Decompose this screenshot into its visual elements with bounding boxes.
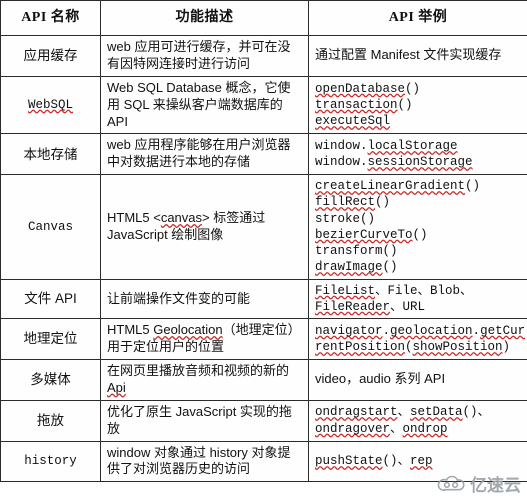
api-example-line: executeSql <box>315 113 521 129</box>
spellcheck-underline: showPosition <box>412 340 503 355</box>
cell-api-name: WebSQL <box>0 75 101 135</box>
spellcheck-underline: sessionStorage <box>367 155 473 170</box>
column-header-api-name: API 名称 <box>0 0 101 36</box>
spellcheck-underline: rep <box>410 454 433 469</box>
api-example-line: pushState()、rep <box>315 454 433 469</box>
api-example-line: ondragover、ondrop <box>315 421 448 436</box>
cell-api-example: pushState()、rep <box>308 440 527 483</box>
spellcheck-underline: ondragover <box>315 421 391 436</box>
spellcheck-underline: bezierCurveTo <box>315 227 413 242</box>
cell-function-description: HTML5 <canvas> 标签通过 JavaScript 绘制图像 <box>100 174 309 280</box>
cell-api-name: history <box>0 440 101 483</box>
api-example-line: FileReader、URL <box>315 299 426 314</box>
cell-api-name: 文件 API <box>0 278 101 320</box>
api-example-line: FileList、File、Blob、 <box>315 283 473 298</box>
column-header-api-example: API 举例 <box>308 0 527 36</box>
spellcheck-underline: canvas <box>160 210 203 226</box>
cell-api-name: 拖放 <box>0 399 101 442</box>
cell-api-name: 多媒体 <box>0 359 101 401</box>
api-example-line: createLinearGradient() <box>315 179 481 194</box>
table-row: 多媒体 在网页里播放音频和视频的新的 Api video，audio 系列 API <box>0 359 527 401</box>
spellcheck-underline: geolocation <box>390 323 473 338</box>
api-example-line: window.sessionStorage <box>315 155 473 170</box>
spellcheck-underline: executeSql <box>315 114 391 129</box>
spellcheck-underline: fillRect <box>315 195 376 210</box>
spellcheck-underline: FileReader <box>315 299 391 314</box>
table-row: 应用缓存 web 应用可进行缓存，并可在没有因特网连接时进行访问 通过配置 Mani… <box>0 35 527 77</box>
column-header-function-description: 功能描述 <box>100 0 309 36</box>
cell-api-example: window.localStorage window.sessionStorage <box>308 133 527 176</box>
spellcheck-underline: setData <box>410 405 463 420</box>
api-example-line: openDatabase() <box>315 81 421 96</box>
api-example-line: rentPosition(showPosition) <box>315 340 511 355</box>
spellcheck-underline: navigator <box>315 323 383 338</box>
table-row: 本地存储 web 应用程序能够在用户浏览器中对数据进行本地的存储 window.lo… <box>0 133 527 176</box>
cell-api-example: openDatabase() transaction() executeSql <box>308 75 527 135</box>
cell-api-example: ondragstart、setData()、 ondragover、ondrop <box>308 399 527 442</box>
cell-function-description: 在网页里播放音频和视频的新的 Api <box>100 359 309 401</box>
spellcheck-underline: rentPosition <box>315 340 406 355</box>
api-example-line: fillRect() <box>315 195 391 210</box>
spellcheck-underline: localStorage <box>367 139 458 154</box>
cell-function-description: web 应用程序能够在用户浏览器中对数据进行本地的存储 <box>100 133 309 176</box>
api-feature-table: API 名称 功能描述 API 举例 应用缓存 web 应用可进行缓存，并可在没有… <box>0 0 527 483</box>
api-example-line: ondragstart、setData()、 <box>315 405 491 420</box>
cell-api-name: 应用缓存 <box>0 35 101 77</box>
spellcheck-underline: ondrop <box>402 421 448 436</box>
table-row: 地理定位 HTML5 Geolocation（地理定位）用于定位用户的位置 navi… <box>0 318 527 361</box>
spellcheck-underline: FileList <box>315 283 376 298</box>
api-example-line: transaction() <box>315 97 413 112</box>
api-example-line: bezierCurveTo() <box>315 227 428 242</box>
api-example-line: window.localStorage <box>315 139 458 154</box>
cell-api-example: FileList、File、Blob、 FileReader、URL <box>308 278 527 320</box>
cell-function-description: 优化了原生 JavaScript 实现的拖放 <box>100 399 309 442</box>
cell-function-description: Web SQL Database 概念，它使用 SQL 来操纵客户端数据库的 A… <box>100 75 309 135</box>
table-row: Canvas HTML5 <canvas> 标签通过 JavaScript 绘制图… <box>0 174 527 280</box>
spellcheck-underline: transaction <box>315 97 398 112</box>
cell-function-description: web 应用可进行缓存，并可在没有因特网连接时进行访问 <box>100 35 309 77</box>
spellcheck-underline: Geolocation <box>153 322 223 338</box>
spellcheck-underline: pushState <box>315 454 383 469</box>
table-header-row: API 名称 功能描述 API 举例 <box>0 0 527 36</box>
spellcheck-underline: WebSQL <box>27 97 73 112</box>
table-row: 文件 API 让前端操作文件变的可能 FileList、File、Blob、 File… <box>0 278 527 320</box>
api-example-line: navigator.geolocation.getCur <box>315 323 526 338</box>
cell-api-example: navigator.geolocation.getCur rentPosition… <box>308 318 527 361</box>
cell-api-example: 通过配置 Manifest 文件实现缓存 <box>308 35 527 77</box>
cell-api-name: 本地存储 <box>0 133 101 176</box>
cell-api-example: video，audio 系列 API <box>308 359 527 401</box>
table-row: WebSQL Web SQL Database 概念，它使用 SQL 来操纵客户端… <box>0 75 527 135</box>
table-row: history window 对象通过 history 对象提供了对浏览器历史的访… <box>0 440 527 483</box>
spellcheck-underline: openDatabase <box>315 81 406 96</box>
cell-api-example: createLinearGradient() fillRect() stroke()… <box>308 174 527 280</box>
api-example-line: transform() <box>315 244 398 259</box>
spellcheck-underline: Api <box>107 379 126 395</box>
cell-api-name: Canvas <box>0 174 101 280</box>
spellcheck-underline: ondragstart <box>315 405 398 420</box>
cell-api-name: 地理定位 <box>0 318 101 361</box>
cell-function-description: 让前端操作文件变的可能 <box>100 278 309 320</box>
api-example-line: drawImage() <box>315 260 398 275</box>
table-row: 拖放 优化了原生 JavaScript 实现的拖放 ondragstart、setD… <box>0 399 527 442</box>
cell-function-description: HTML5 Geolocation（地理定位）用于定位用户的位置 <box>100 318 309 361</box>
cell-function-description: window 对象通过 history 对象提供了对浏览器历史的访问 <box>100 440 309 483</box>
spellcheck-underline: getCur <box>480 323 526 338</box>
api-example-line: stroke() <box>315 211 376 226</box>
spellcheck-underline: drawImage <box>315 260 383 275</box>
spellcheck-underline: createLinearGradient <box>315 179 466 194</box>
table-body: 应用缓存 web 应用可进行缓存，并可在没有因特网连接时进行访问 通过配置 Mani… <box>0 35 527 483</box>
